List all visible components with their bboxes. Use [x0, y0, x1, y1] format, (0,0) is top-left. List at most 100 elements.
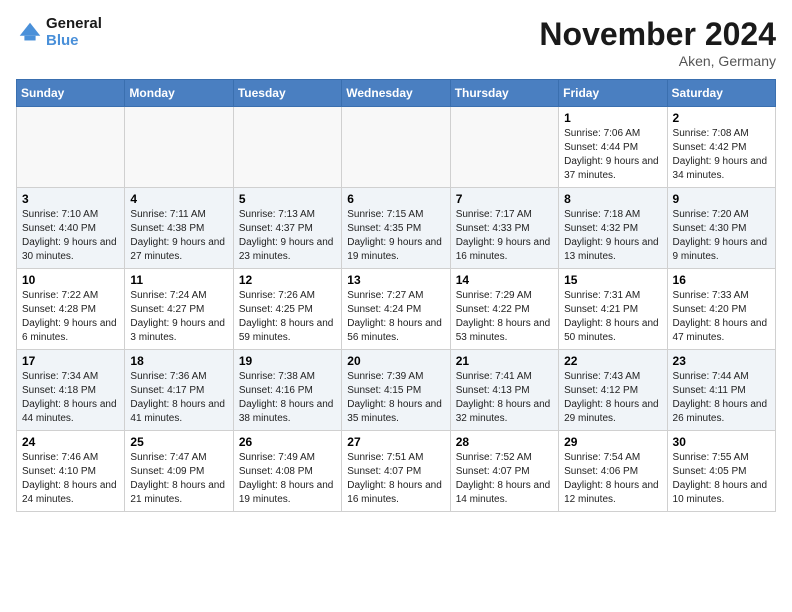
day-number: 11	[130, 273, 227, 287]
day-detail: Sunrise: 7:33 AM Sunset: 4:20 PM Dayligh…	[673, 289, 770, 345]
month-title: November 2024	[539, 16, 776, 53]
day-detail: Sunrise: 7:26 AM Sunset: 4:25 PM Dayligh…	[239, 289, 336, 345]
day-number: 8	[564, 192, 661, 206]
calendar-cell: 29Sunrise: 7:54 AM Sunset: 4:06 PM Dayli…	[559, 431, 667, 512]
calendar-cell: 24 Sunrise: 7:46 AM Sunset: 4:10 PM Dayli…	[17, 431, 125, 512]
calendar-cell: 23 Sunrise: 7:44 AM Sunset: 4:11 PM Dayli…	[667, 350, 775, 431]
day-detail: Sunrise: 7:38 AM Sunset: 4:16 PM Dayligh…	[239, 370, 336, 426]
calendar-cell: 12 Sunrise: 7:26 AM Sunset: 4:25 PM Dayli…	[233, 269, 341, 350]
day-number: 3	[22, 192, 119, 206]
calendar-week-row: 1Sunrise: 7:06 AM Sunset: 4:44 PM Daylig…	[17, 107, 776, 188]
day-number: 24	[22, 435, 119, 449]
day-number: 25	[130, 435, 227, 449]
calendar-week-row: 3 Sunrise: 7:10 AM Sunset: 4:40 PM Daylig…	[17, 188, 776, 269]
calendar-cell	[450, 107, 558, 188]
location: Aken, Germany	[539, 53, 776, 69]
calendar-week-row: 10 Sunrise: 7:22 AM Sunset: 4:28 PM Dayli…	[17, 269, 776, 350]
calendar-cell	[17, 107, 125, 188]
calendar-cell: 10 Sunrise: 7:22 AM Sunset: 4:28 PM Dayli…	[17, 269, 125, 350]
day-detail: Sunrise: 7:36 AM Sunset: 4:17 PM Dayligh…	[130, 370, 227, 426]
day-number: 20	[347, 354, 444, 368]
calendar-cell: 25 Sunrise: 7:47 AM Sunset: 4:09 PM Dayli…	[125, 431, 233, 512]
day-detail: Sunrise: 7:15 AM Sunset: 4:35 PM Dayligh…	[347, 208, 444, 264]
day-detail: Sunrise: 7:11 AM Sunset: 4:38 PM Dayligh…	[130, 208, 227, 264]
calendar-cell: 22 Sunrise: 7:43 AM Sunset: 4:12 PM Dayli…	[559, 350, 667, 431]
title-block: November 2024 Aken, Germany	[539, 16, 776, 69]
day-number: 2	[673, 111, 770, 125]
day-number: 22	[564, 354, 661, 368]
calendar-cell: 28 Sunrise: 7:52 AM Sunset: 4:07 PM Dayli…	[450, 431, 558, 512]
day-number: 6	[347, 192, 444, 206]
day-detail: Sunrise: 7:49 AM Sunset: 4:08 PM Dayligh…	[239, 451, 336, 507]
day-detail: Sunrise: 7:22 AM Sunset: 4:28 PM Dayligh…	[22, 289, 119, 345]
day-number: 12	[239, 273, 336, 287]
calendar-cell: 6 Sunrise: 7:15 AM Sunset: 4:35 PM Daylig…	[342, 188, 450, 269]
calendar-cell: 16 Sunrise: 7:33 AM Sunset: 4:20 PM Dayli…	[667, 269, 775, 350]
calendar-cell: 3 Sunrise: 7:10 AM Sunset: 4:40 PM Daylig…	[17, 188, 125, 269]
day-detail: Sunrise: 7:46 AM Sunset: 4:10 PM Dayligh…	[22, 451, 119, 507]
day-number: 5	[239, 192, 336, 206]
logo-line2: Blue	[46, 33, 102, 50]
header-cell: Saturday	[667, 80, 775, 107]
calendar-header: SundayMondayTuesdayWednesdayThursdayFrid…	[17, 80, 776, 107]
calendar-cell	[342, 107, 450, 188]
calendar-cell: 7 Sunrise: 7:17 AM Sunset: 4:33 PM Daylig…	[450, 188, 558, 269]
day-detail: Sunrise: 7:43 AM Sunset: 4:12 PM Dayligh…	[564, 370, 661, 426]
day-number: 16	[673, 273, 770, 287]
header-cell: Wednesday	[342, 80, 450, 107]
day-detail: Sunrise: 7:13 AM Sunset: 4:37 PM Dayligh…	[239, 208, 336, 264]
header: General Blue November 2024 Aken, Germany	[16, 16, 776, 69]
day-detail: Sunrise: 7:08 AM Sunset: 4:42 PM Dayligh…	[673, 127, 770, 183]
header-row: SundayMondayTuesdayWednesdayThursdayFrid…	[17, 80, 776, 107]
calendar-cell: 4 Sunrise: 7:11 AM Sunset: 4:38 PM Daylig…	[125, 188, 233, 269]
day-number: 18	[130, 354, 227, 368]
day-detail: Sunrise: 7:51 AM Sunset: 4:07 PM Dayligh…	[347, 451, 444, 507]
day-number: 9	[673, 192, 770, 206]
header-cell: Thursday	[450, 80, 558, 107]
day-number: 30	[673, 435, 770, 449]
day-detail: Sunrise: 7:29 AM Sunset: 4:22 PM Dayligh…	[456, 289, 553, 345]
calendar-week-row: 17Sunrise: 7:34 AM Sunset: 4:18 PM Dayli…	[17, 350, 776, 431]
calendar-body: 1Sunrise: 7:06 AM Sunset: 4:44 PM Daylig…	[17, 107, 776, 512]
day-detail: Sunrise: 7:06 AM Sunset: 4:44 PM Dayligh…	[564, 127, 661, 183]
day-number: 29	[564, 435, 661, 449]
day-number: 23	[673, 354, 770, 368]
calendar-cell: 11Sunrise: 7:24 AM Sunset: 4:27 PM Dayli…	[125, 269, 233, 350]
day-number: 10	[22, 273, 119, 287]
header-cell: Tuesday	[233, 80, 341, 107]
calendar-cell: 30 Sunrise: 7:55 AM Sunset: 4:05 PM Dayli…	[667, 431, 775, 512]
calendar-cell: 14 Sunrise: 7:29 AM Sunset: 4:22 PM Dayli…	[450, 269, 558, 350]
day-number: 4	[130, 192, 227, 206]
day-detail: Sunrise: 7:47 AM Sunset: 4:09 PM Dayligh…	[130, 451, 227, 507]
calendar-cell: 26Sunrise: 7:49 AM Sunset: 4:08 PM Dayli…	[233, 431, 341, 512]
day-number: 7	[456, 192, 553, 206]
day-number: 27	[347, 435, 444, 449]
day-number: 28	[456, 435, 553, 449]
day-detail: Sunrise: 7:17 AM Sunset: 4:33 PM Dayligh…	[456, 208, 553, 264]
day-detail: Sunrise: 7:55 AM Sunset: 4:05 PM Dayligh…	[673, 451, 770, 507]
day-detail: Sunrise: 7:34 AM Sunset: 4:18 PM Dayligh…	[22, 370, 119, 426]
day-detail: Sunrise: 7:44 AM Sunset: 4:11 PM Dayligh…	[673, 370, 770, 426]
logo-icon	[16, 19, 44, 47]
logo-line1: General	[46, 16, 102, 33]
header-cell: Friday	[559, 80, 667, 107]
calendar-cell	[233, 107, 341, 188]
calendar-cell: 8 Sunrise: 7:18 AM Sunset: 4:32 PM Daylig…	[559, 188, 667, 269]
calendar-cell: 9 Sunrise: 7:20 AM Sunset: 4:30 PM Daylig…	[667, 188, 775, 269]
calendar-cell: 17Sunrise: 7:34 AM Sunset: 4:18 PM Dayli…	[17, 350, 125, 431]
header-cell: Monday	[125, 80, 233, 107]
calendar-cell: 1Sunrise: 7:06 AM Sunset: 4:44 PM Daylig…	[559, 107, 667, 188]
calendar-cell	[125, 107, 233, 188]
day-detail: Sunrise: 7:20 AM Sunset: 4:30 PM Dayligh…	[673, 208, 770, 264]
day-number: 19	[239, 354, 336, 368]
calendar-cell: 13Sunrise: 7:27 AM Sunset: 4:24 PM Dayli…	[342, 269, 450, 350]
day-detail: Sunrise: 7:39 AM Sunset: 4:15 PM Dayligh…	[347, 370, 444, 426]
logo: General Blue	[16, 16, 102, 49]
day-detail: Sunrise: 7:18 AM Sunset: 4:32 PM Dayligh…	[564, 208, 661, 264]
day-number: 14	[456, 273, 553, 287]
day-detail: Sunrise: 7:52 AM Sunset: 4:07 PM Dayligh…	[456, 451, 553, 507]
calendar-cell: 21Sunrise: 7:41 AM Sunset: 4:13 PM Dayli…	[450, 350, 558, 431]
day-number: 15	[564, 273, 661, 287]
calendar-cell: 5 Sunrise: 7:13 AM Sunset: 4:37 PM Daylig…	[233, 188, 341, 269]
day-detail: Sunrise: 7:10 AM Sunset: 4:40 PM Dayligh…	[22, 208, 119, 264]
